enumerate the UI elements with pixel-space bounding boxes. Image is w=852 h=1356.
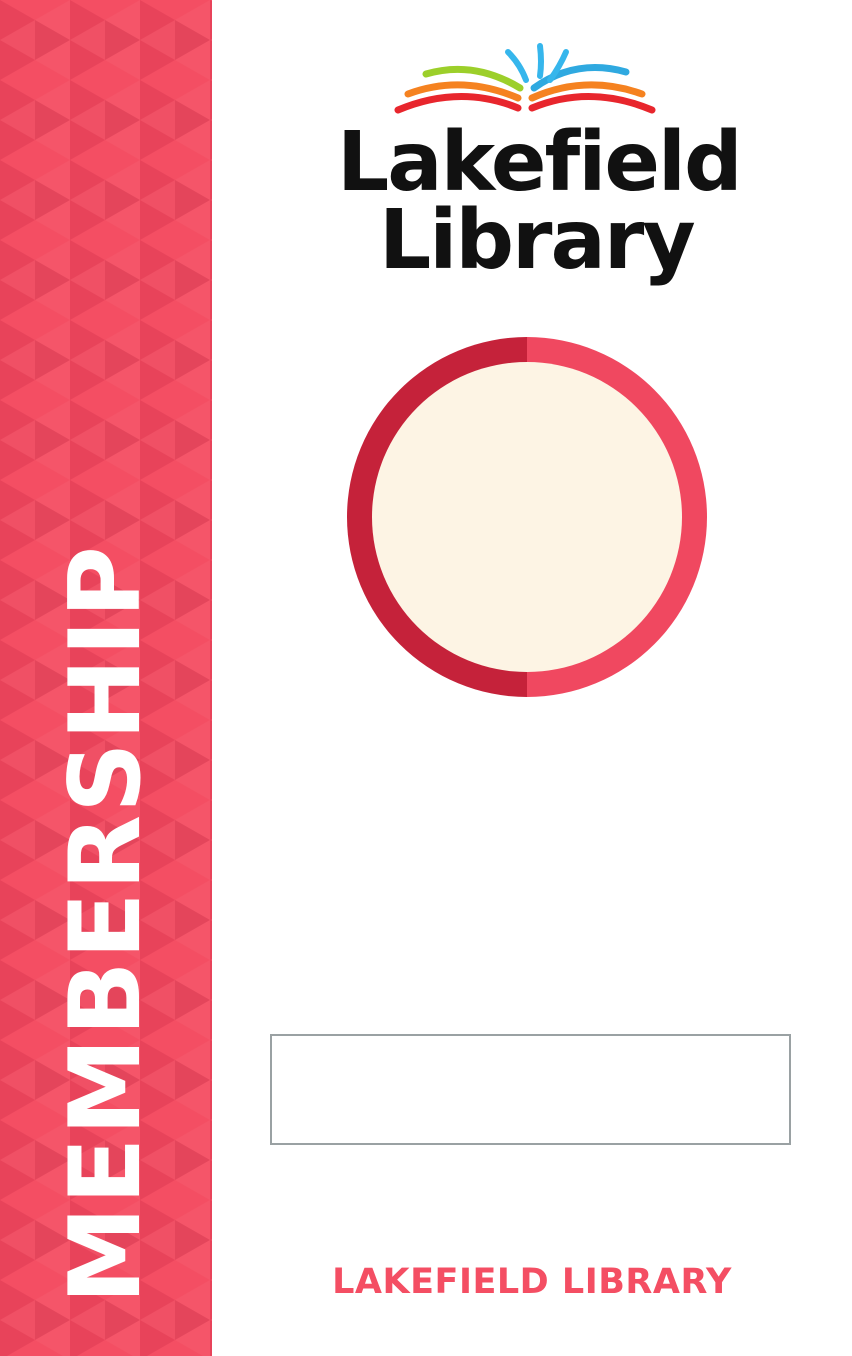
footer-library-name: LAKEFIELD LIBRARY (332, 1262, 732, 1302)
open-book-rainbow-icon (394, 43, 656, 114)
member-name-field[interactable] (270, 1034, 791, 1145)
member-photo-placeholder (347, 337, 707, 697)
library-logo-text: Lakefield Library (337, 115, 743, 288)
side-band: MEMBERSHIP (0, 0, 212, 1356)
membership-label: MEMBERSHIP (49, 544, 163, 1304)
membership-card: MEMBERSHIP Lakefield Library LAKEFIELD L… (0, 0, 852, 1356)
logo-name-line1: Lakefield (337, 115, 743, 210)
logo-name-line2: Library (379, 193, 696, 288)
